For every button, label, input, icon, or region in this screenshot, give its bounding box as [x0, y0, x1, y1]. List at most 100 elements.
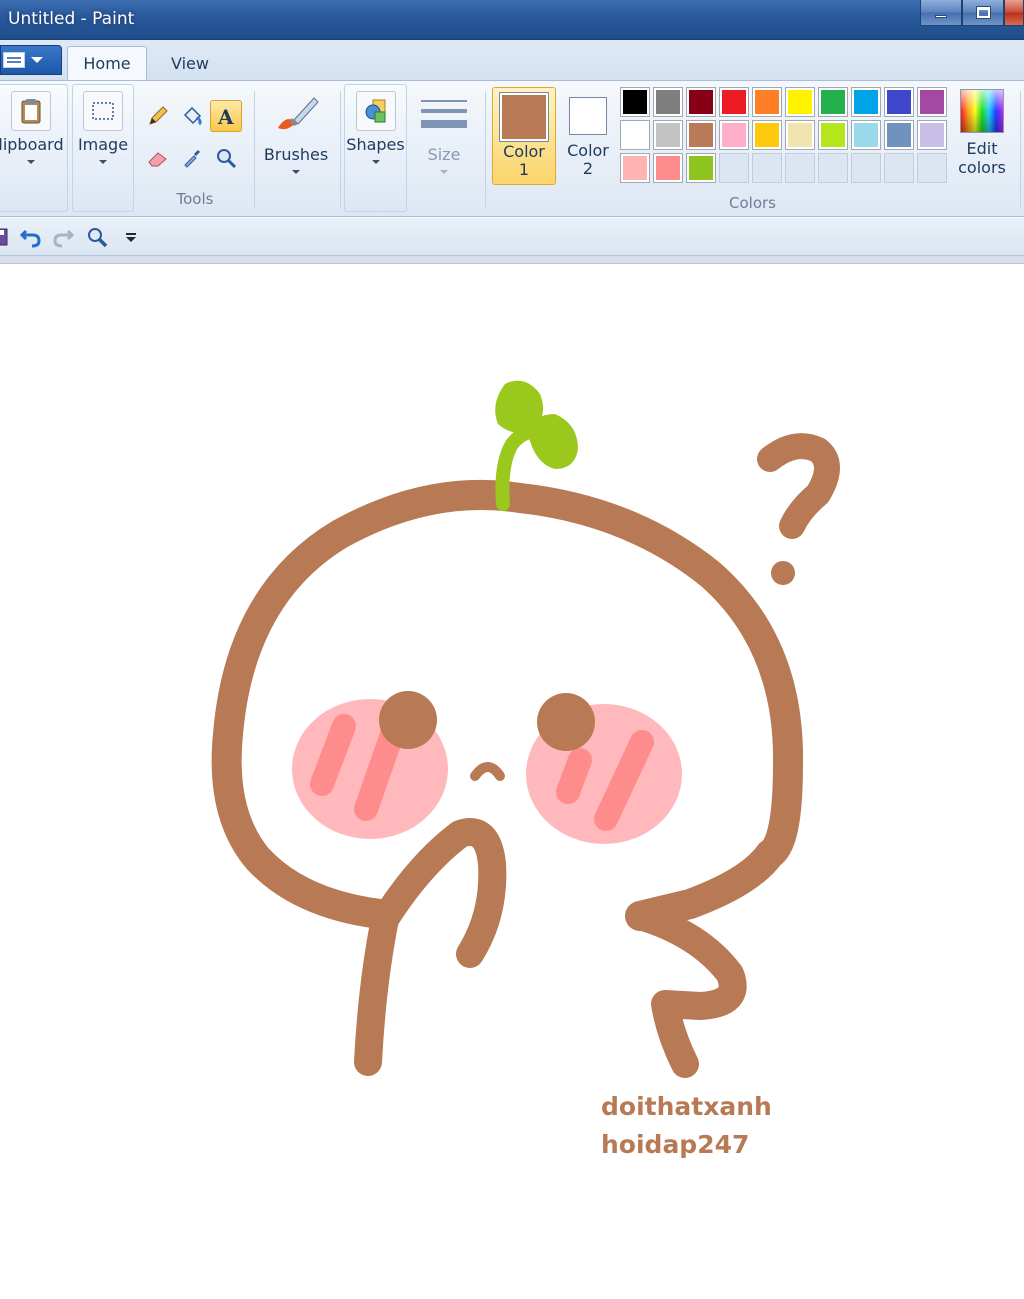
palette-color-swatch[interactable]: [851, 87, 881, 117]
magnifier-tool[interactable]: [210, 142, 242, 174]
text-tool[interactable]: A: [210, 100, 242, 132]
palette-color-swatch[interactable]: [686, 87, 716, 117]
chevron-down-icon: [292, 170, 300, 174]
edit-colors-button[interactable]: Edit colors: [952, 89, 1012, 177]
size-button[interactable]: Size: [412, 91, 476, 174]
palette-color-swatch[interactable]: [653, 153, 683, 183]
edit-colors-label-2: colors: [958, 158, 1006, 177]
palette-swatch-fill: [689, 90, 713, 114]
window-controls: [920, 0, 1024, 28]
palette-empty-swatch[interactable]: [917, 153, 947, 183]
text-icon: A: [217, 105, 234, 127]
palette-swatch-fill: [689, 156, 713, 180]
tools-group: A Tools: [138, 84, 252, 212]
close-button[interactable]: [1004, 0, 1024, 26]
head-outline: [211, 479, 804, 931]
zoom-button[interactable]: [84, 224, 110, 250]
palette-swatch-fill: [788, 123, 812, 147]
redo-icon: [53, 229, 75, 248]
palette-color-swatch[interactable]: [620, 153, 650, 183]
eraser-tool[interactable]: [142, 142, 174, 174]
palette-empty-swatch[interactable]: [884, 153, 914, 183]
drawing-canvas[interactable]: doithatxanh hoidap247: [0, 264, 1024, 1299]
palette-empty-swatch[interactable]: [752, 153, 782, 183]
palette-swatch-fill: [656, 123, 680, 147]
undo-icon: [19, 229, 41, 248]
right-eye: [537, 693, 595, 751]
palette-color-swatch[interactable]: [752, 120, 782, 150]
palette-empty-swatch[interactable]: [785, 153, 815, 183]
quick-access-toolbar: [0, 218, 1024, 256]
palette-color-swatch[interactable]: [851, 120, 881, 150]
undo-button[interactable]: [18, 224, 44, 250]
palette-color-swatch[interactable]: [917, 120, 947, 150]
clipboard-group: lipboard: [0, 84, 68, 212]
color2-button[interactable]: Color 2: [560, 87, 616, 185]
shapes-icon: [355, 91, 396, 131]
pencil-tool[interactable]: [142, 100, 174, 132]
palette-color-swatch[interactable]: [620, 87, 650, 117]
palette-color-swatch[interactable]: [917, 87, 947, 117]
palette-color-swatch[interactable]: [818, 120, 848, 150]
signature-line-2: hoidap247: [601, 1130, 750, 1159]
paint-bucket-icon: [183, 106, 202, 126]
palette-color-swatch[interactable]: [884, 120, 914, 150]
image-button[interactable]: Image: [73, 91, 133, 164]
separator: [485, 91, 486, 209]
chevron-down-icon: [371, 160, 380, 164]
redo-button[interactable]: [50, 224, 76, 250]
shapes-button[interactable]: Shapes: [345, 91, 406, 164]
clipboard-button[interactable]: lipboard: [0, 91, 67, 164]
color2-label: Color: [567, 141, 609, 160]
chevron-down-icon: [31, 57, 43, 63]
title-bar: Untitled - Paint: [0, 0, 1024, 40]
color-spectrum-icon: [960, 89, 1004, 133]
palette-swatch-fill: [920, 123, 944, 147]
palette-empty-swatch[interactable]: [818, 153, 848, 183]
palette-color-swatch[interactable]: [752, 87, 782, 117]
palette-color-swatch[interactable]: [686, 120, 716, 150]
palette-swatch-fill: [722, 90, 746, 114]
tab-view[interactable]: View: [150, 46, 230, 80]
chevron-down-icon: [440, 170, 448, 174]
palette-color-swatch[interactable]: [653, 120, 683, 150]
chevron-down-icon: [27, 160, 35, 164]
tab-home[interactable]: Home: [67, 46, 147, 80]
left-eye: [379, 691, 437, 749]
palette-empty-swatch[interactable]: [851, 153, 881, 183]
palette-empty-swatch[interactable]: [719, 153, 749, 183]
palette-color-swatch[interactable]: [785, 87, 815, 117]
maximize-button[interactable]: [962, 0, 1004, 26]
colors-group-label: Colors: [729, 194, 776, 212]
magnifier-icon: [88, 228, 108, 248]
clipboard-label: lipboard: [0, 135, 64, 154]
palette-color-swatch[interactable]: [653, 87, 683, 117]
palette-color-swatch[interactable]: [884, 87, 914, 117]
brushes-button[interactable]: Brushes: [260, 91, 332, 174]
fill-tool[interactable]: [176, 100, 208, 132]
magnifier-icon: [217, 149, 237, 169]
color-picker-tool[interactable]: [176, 142, 208, 174]
pencil-icon: [149, 106, 168, 125]
eraser-icon: [148, 152, 167, 167]
palette-swatch-fill: [821, 90, 845, 114]
eyedropper-icon: [184, 150, 200, 168]
line-size-icon: [419, 91, 469, 141]
minimize-button[interactable]: [920, 0, 962, 26]
palette-color-swatch[interactable]: [686, 153, 716, 183]
palette-color-swatch[interactable]: [785, 120, 815, 150]
customize-qat-button[interactable]: [118, 224, 144, 250]
chevron-down-icon: [126, 233, 136, 242]
image-label: Image: [77, 135, 129, 154]
paint-menu-button[interactable]: [0, 45, 62, 75]
palette-swatch-fill: [854, 90, 878, 114]
palette-color-swatch[interactable]: [719, 87, 749, 117]
color1-number: 1: [518, 160, 530, 179]
palette-color-swatch[interactable]: [719, 120, 749, 150]
color1-button[interactable]: Color 1: [492, 87, 556, 185]
save-button[interactable]: [0, 224, 12, 250]
palette-color-swatch[interactable]: [620, 120, 650, 150]
size-label: Size: [427, 145, 461, 164]
palette-color-swatch[interactable]: [818, 87, 848, 117]
brush-icon: [271, 91, 321, 141]
